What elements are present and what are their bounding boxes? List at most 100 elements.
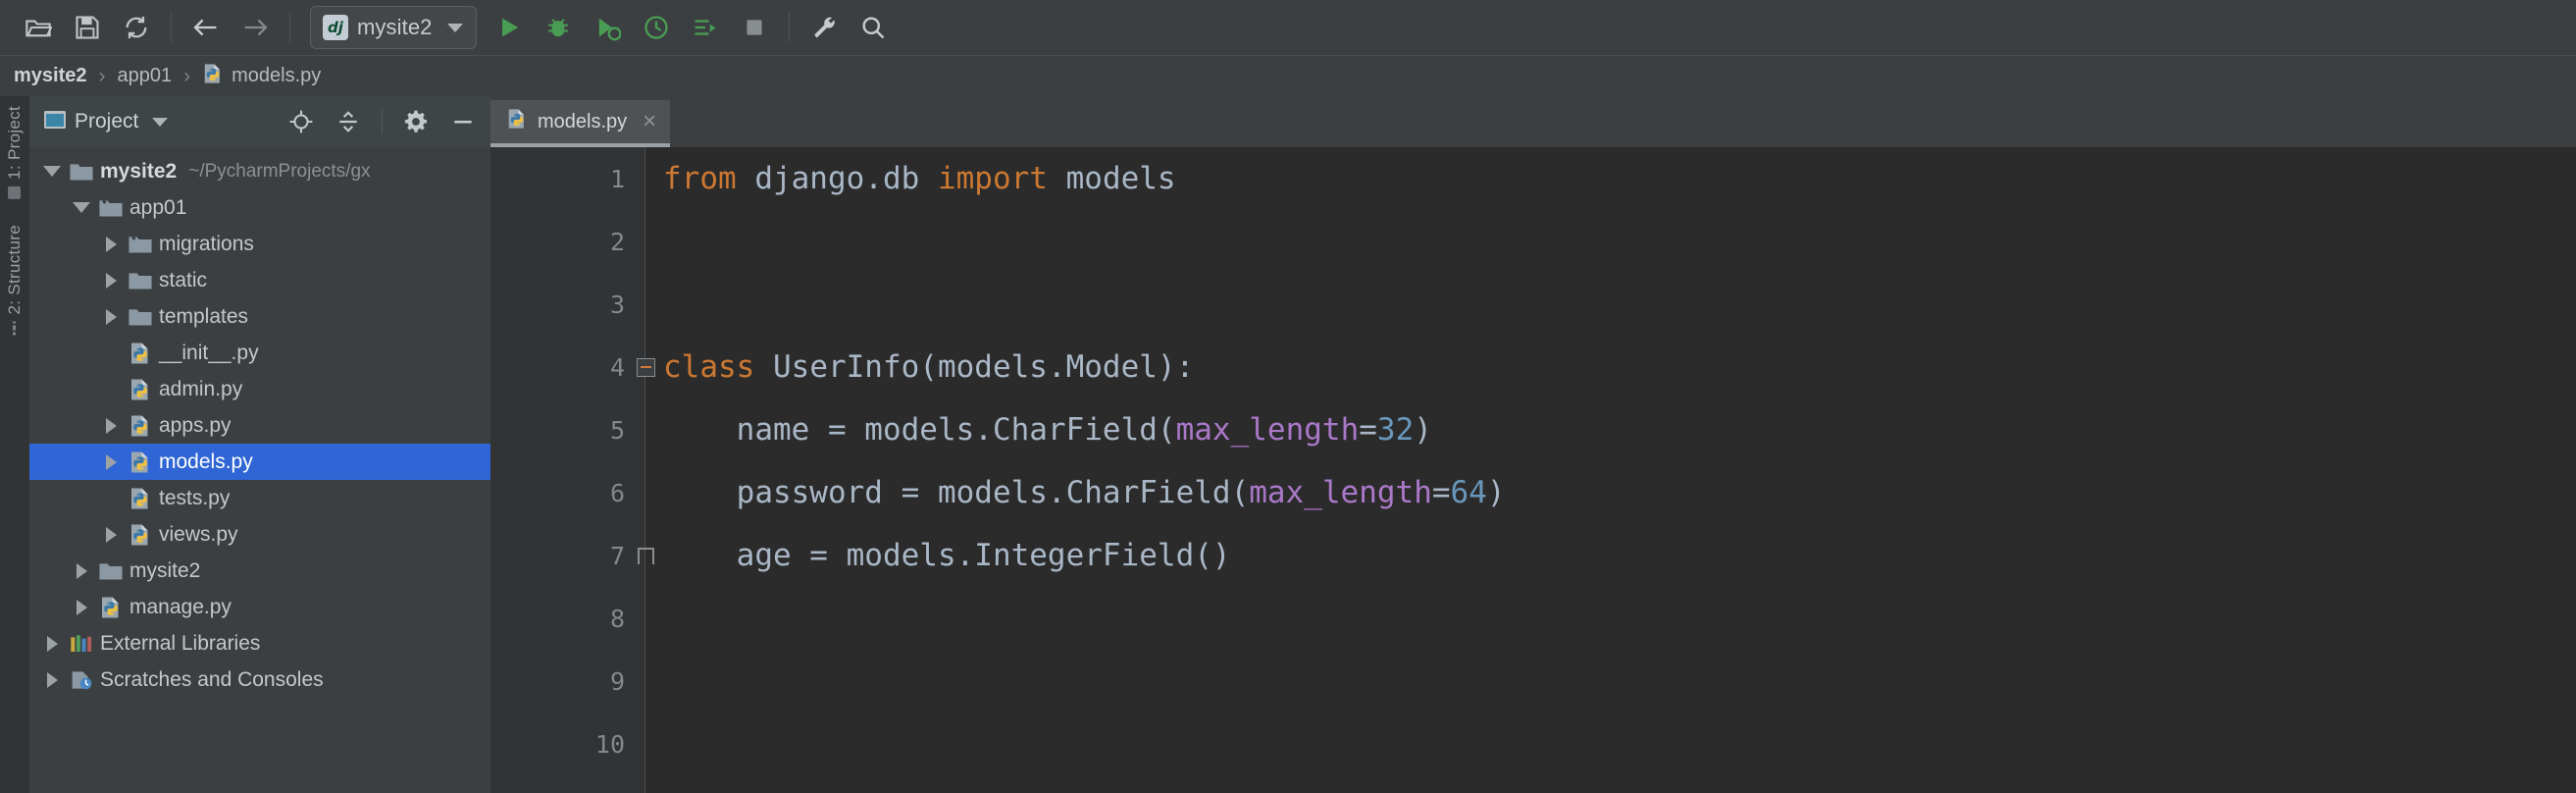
gear-icon[interactable] <box>396 102 436 141</box>
line-number[interactable]: 5 <box>490 398 644 461</box>
chevron-down-icon[interactable] <box>152 117 169 127</box>
code-token: ) <box>1414 412 1432 448</box>
toolbar-divider <box>171 13 172 42</box>
tree-item-label: models.py <box>159 449 253 473</box>
chevron-down-icon[interactable] <box>446 23 463 32</box>
run-configuration-selector[interactable]: dj mysite2 <box>310 6 477 49</box>
chevron-right-icon[interactable] <box>69 562 94 579</box>
code-line[interactable]: name = models.CharField(max_length = 32) <box>663 398 2576 461</box>
tree-item-label: __init__.py <box>159 341 259 364</box>
folder-icon <box>94 560 128 582</box>
breadcrumb-item-file[interactable]: models.py <box>198 63 325 90</box>
open-icon[interactable] <box>14 5 63 50</box>
fold-collapse-icon[interactable] <box>634 355 657 379</box>
code-line[interactable]: age = models.IntegerField() <box>663 524 2576 587</box>
chevron-right-icon[interactable] <box>69 599 94 615</box>
tree-item-label: templates <box>159 304 249 328</box>
collapse-all-icon[interactable] <box>329 102 368 141</box>
close-icon[interactable]: × <box>637 110 656 133</box>
breadcrumb-item-project[interactable]: mysite2 <box>10 65 91 87</box>
code-line[interactable] <box>663 650 2576 713</box>
code-line[interactable]: class UserInfo(models.Model): <box>663 336 2576 398</box>
sync-icon[interactable] <box>112 5 161 50</box>
hide-panel-icon[interactable] <box>443 102 483 141</box>
line-number[interactable]: 10 <box>490 713 644 775</box>
tree-item-templates[interactable]: templates <box>29 298 490 335</box>
line-number[interactable]: 6 <box>490 461 644 524</box>
panel-divider <box>382 109 383 134</box>
code-editor[interactable]: 1 2 3 4 5 6 7 8 9 10 from django.db import models… <box>490 147 2576 793</box>
tree-item-models-py[interactable]: models.py <box>29 444 490 480</box>
run-icon[interactable] <box>485 5 534 50</box>
code-line[interactable] <box>663 713 2576 775</box>
forward-icon[interactable] <box>231 5 280 50</box>
tree-item-external-libraries[interactable]: External Libraries <box>29 625 490 661</box>
python-file-icon <box>124 487 157 510</box>
toolbar-divider-2 <box>289 13 290 42</box>
tree-item-migrations[interactable]: migrations <box>29 226 490 262</box>
tree-item--init-py[interactable]: __init__.py <box>29 335 490 371</box>
folder-source-icon <box>124 234 157 255</box>
chevron-down-icon[interactable] <box>69 202 94 213</box>
chevron-right-icon[interactable] <box>39 671 65 688</box>
code-line[interactable]: from django.db import models <box>663 147 2576 210</box>
tree-item-admin-py[interactable]: admin.py <box>29 371 490 407</box>
back-icon[interactable] <box>181 5 231 50</box>
structure-icon <box>13 321 17 336</box>
code-line[interactable] <box>663 273 2576 336</box>
tree-item-tests-py[interactable]: tests.py <box>29 480 490 516</box>
profile-icon[interactable] <box>632 5 681 50</box>
line-number-gutter[interactable]: 1 2 3 4 5 6 7 8 9 10 <box>490 147 655 793</box>
main-toolbar: dj mysite2 <box>0 0 2576 55</box>
chevron-right-icon[interactable] <box>98 236 124 252</box>
debug-icon[interactable] <box>534 5 583 50</box>
tree-item-label: mysite2 <box>100 159 178 183</box>
code-content[interactable]: from django.db import models class UserI… <box>645 147 2576 793</box>
project-panel-header: Project <box>29 96 490 147</box>
tree-item-label: Scratches and Consoles <box>100 667 324 691</box>
line-number[interactable]: 4 <box>490 336 655 398</box>
line-number[interactable]: 2 <box>490 210 644 273</box>
run-manage-task-icon[interactable] <box>681 5 730 50</box>
chevron-right-icon[interactable] <box>98 308 124 325</box>
code-line[interactable] <box>663 587 2576 650</box>
line-number[interactable]: 9 <box>490 650 644 713</box>
line-number[interactable]: 7 <box>490 524 654 587</box>
rail-item-structure[interactable]: 2: Structure <box>5 225 25 336</box>
tab-models-py[interactable]: models.py × <box>490 100 671 147</box>
project-tree[interactable]: mysite2 ~/PycharmProjects/gx app01 migratio… <box>29 147 490 793</box>
python-file-icon <box>124 342 157 365</box>
rail-item-project[interactable]: 1: Project <box>5 106 25 199</box>
chevron-down-icon[interactable] <box>39 166 65 177</box>
line-number[interactable]: 1 <box>490 147 644 210</box>
tree-item-mysite2[interactable]: mysite2 <box>29 553 490 589</box>
chevron-right-icon[interactable] <box>98 417 124 434</box>
tree-item-scratches-and-consoles[interactable]: Scratches and Consoles <box>29 661 490 698</box>
line-number[interactable]: 8 <box>490 587 644 650</box>
breadcrumb-item-app01[interactable]: app01 <box>114 65 177 87</box>
line-number[interactable]: 3 <box>490 273 644 336</box>
tree-item-label: tests.py <box>159 486 231 509</box>
run-coverage-icon[interactable] <box>583 5 632 50</box>
chevron-right-icon[interactable] <box>39 635 65 652</box>
tree-item-manage-py[interactable]: manage.py <box>29 589 490 625</box>
stop-icon[interactable] <box>730 5 779 50</box>
save-icon[interactable] <box>63 5 112 50</box>
chevron-right-icon[interactable] <box>98 453 124 470</box>
chevron-right-icon[interactable] <box>98 272 124 289</box>
tree-item-apps-py[interactable]: apps.py <box>29 407 490 444</box>
tree-item-mysite2[interactable]: mysite2 ~/PycharmProjects/gx <box>29 153 490 189</box>
settings-wrench-icon[interactable] <box>799 5 849 50</box>
code-token: django.db <box>736 161 938 196</box>
code-line[interactable] <box>663 210 2576 273</box>
tree-item-views-py[interactable]: views.py <box>29 516 490 553</box>
tree-item-label: views.py <box>159 522 238 546</box>
chevron-right-icon[interactable] <box>98 526 124 543</box>
tree-item-static[interactable]: static <box>29 262 490 298</box>
code-line[interactable]: password = models.CharField(max_length = 6… <box>663 461 2576 524</box>
locate-target-icon[interactable] <box>282 102 321 141</box>
fold-end-icon[interactable] <box>634 544 657 567</box>
pycharm-window: dj mysite2 mysite2 › app01 › models.py 1… <box>0 0 2576 793</box>
search-icon[interactable] <box>849 5 898 50</box>
tree-item-app01[interactable]: app01 <box>29 189 490 226</box>
